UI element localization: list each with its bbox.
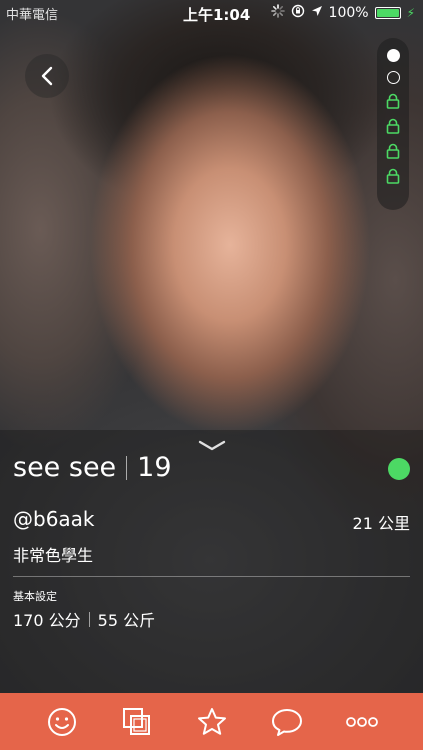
- lock-icon[interactable]: [386, 118, 400, 134]
- profile-weight: 55 公斤: [97, 611, 156, 630]
- tab-more[interactable]: [342, 702, 382, 742]
- section-divider: [13, 576, 410, 577]
- profile-username: @b6aak: [13, 507, 95, 531]
- body-stats: 170 公分 55 公斤: [13, 607, 155, 631]
- profile-tagline: 非常色學生: [13, 546, 94, 565]
- orientation-lock-icon: [291, 4, 305, 22]
- location-arrow-icon: [311, 5, 323, 21]
- tab-chat[interactable]: [267, 702, 307, 742]
- back-button[interactable]: [25, 54, 69, 98]
- lock-icon[interactable]: [386, 168, 400, 184]
- photos-stack-icon: [122, 707, 150, 735]
- name-age-divider: [126, 455, 128, 480]
- star-icon: [197, 707, 226, 735]
- carrier-label: 中華電信: [6, 8, 59, 23]
- chevron-down-icon[interactable]: [197, 438, 227, 454]
- status-bar: 中華電信 上午1:04 100% ⚡: [0, 0, 423, 26]
- more-dots-icon: [345, 716, 378, 727]
- battery-icon: [374, 7, 401, 19]
- status-right-group: 100% ⚡: [270, 4, 415, 22]
- activity-spinner-icon: [270, 4, 285, 22]
- chat-bubble-icon: [271, 708, 302, 736]
- pager-dot[interactable]: [386, 71, 400, 84]
- chevron-left-icon: [41, 66, 53, 86]
- bottom-tab-bar: [0, 693, 423, 750]
- name-age-row: see see 19: [13, 452, 172, 483]
- profile-screen: 中華電信 上午1:04 100% ⚡ see see 19 @b6aak 21 …: [0, 0, 423, 750]
- lock-icon[interactable]: [386, 143, 400, 159]
- lock-icon[interactable]: [386, 93, 400, 109]
- status-time: 上午1:04: [183, 6, 251, 24]
- profile-distance: 21 公里: [352, 514, 410, 533]
- basic-settings-label: 基本設定: [13, 590, 57, 603]
- photo-pager: [377, 38, 409, 210]
- tab-favorite[interactable]: [192, 702, 232, 742]
- charging-bolt-icon: ⚡: [406, 6, 415, 20]
- online-status-indicator: [388, 458, 410, 480]
- tab-smiley[interactable]: [42, 702, 82, 742]
- profile-age: 19: [137, 452, 172, 483]
- smiley-icon: [47, 707, 76, 736]
- tab-photos[interactable]: [117, 702, 157, 742]
- pager-dot-current[interactable]: [386, 49, 400, 62]
- profile-info-panel: see see 19 @b6aak 21 公里 非常色學生 基本設定 170 公…: [0, 430, 423, 693]
- profile-name: see see: [13, 452, 117, 483]
- profile-height: 170 公分: [13, 611, 81, 630]
- stats-divider: [88, 611, 90, 627]
- battery-percent: 100%: [328, 5, 369, 21]
